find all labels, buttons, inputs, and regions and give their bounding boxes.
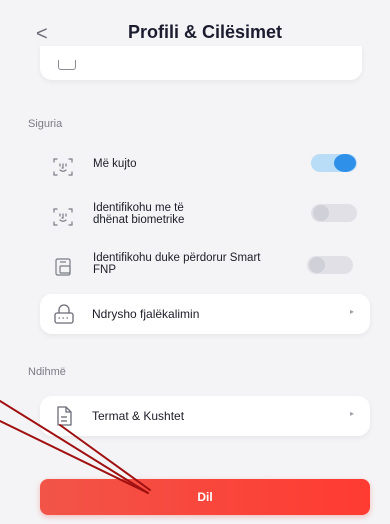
face-id-icon: [53, 158, 73, 176]
password-lock-icon: [54, 304, 74, 324]
face-id-icon: [53, 208, 73, 226]
smart-card-icon: [55, 258, 71, 276]
section-label-help: Ndihmë: [28, 366, 66, 378]
biometric-toggle[interactable]: [311, 204, 357, 222]
smart-fnp-toggle[interactable]: [307, 256, 353, 274]
logout-button[interactable]: Dil: [40, 479, 370, 515]
section-label-security: Siguria: [28, 118, 63, 130]
page-title: Profili & Cilësimet: [127, 22, 283, 42]
partial-card-icon: [58, 60, 76, 70]
remember-me-toggle[interactable]: [311, 154, 357, 172]
toggle-knob: [309, 257, 325, 273]
setting-biometric: Identifikohu me të dhënat biometrike: [52, 202, 362, 242]
smart-fnp-label: Identifikohu duke përdorur Smart FNP: [93, 252, 261, 276]
biometric-label: Identifikohu me të dhënat biometrike: [93, 202, 185, 226]
setting-smart-fnp: Identifikohu duke përdorur Smart FNP: [52, 252, 362, 292]
change-password-label: Ndrysho fjalëkalimin: [92, 307, 200, 321]
change-password-button[interactable]: Ndrysho fjalëkalimin ▸: [40, 294, 370, 334]
chevron-right-icon: ▸: [349, 409, 354, 418]
remember-me-label: Më kujto: [93, 158, 137, 170]
document-icon: [57, 406, 72, 426]
toggle-knob: [313, 205, 329, 221]
terms-conditions-button[interactable]: Termat & Kushtet ▸: [40, 396, 370, 436]
setting-remember-me: Më kujto: [52, 152, 362, 192]
chevron-right-icon: ▸: [349, 307, 354, 316]
terms-label: Termat & Kushtet: [92, 409, 185, 423]
toggle-knob: [334, 154, 356, 172]
previous-settings-card[interactable]: [40, 46, 362, 80]
